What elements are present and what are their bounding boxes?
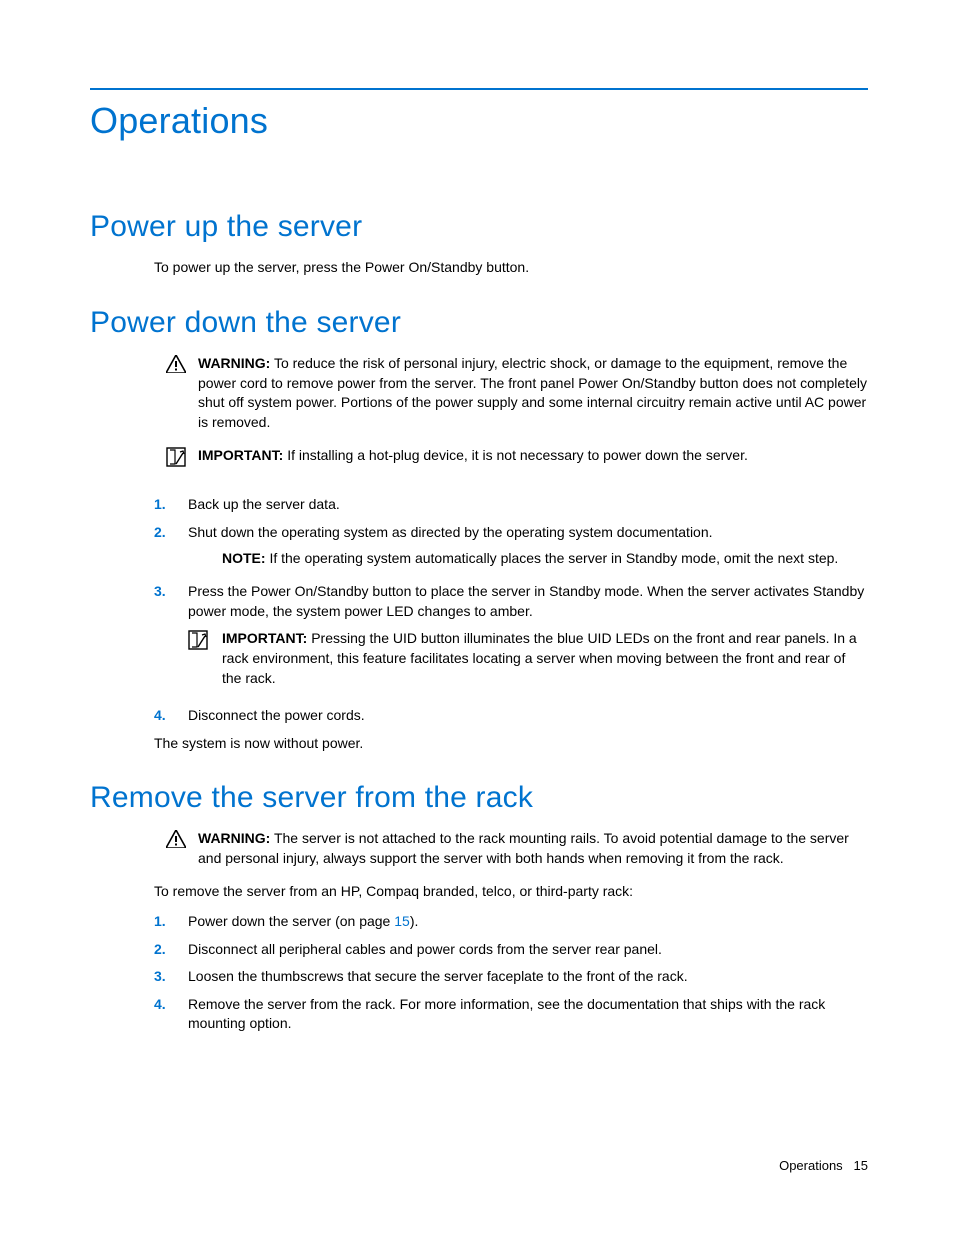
warning-admonition: WARNING: To reduce the risk of personal …: [154, 354, 868, 432]
heading-power-up: Power up the server: [90, 206, 868, 248]
list-item: 3. Loosen the thumbscrews that secure th…: [154, 967, 868, 987]
power-down-after: The system is now without power.: [154, 734, 868, 754]
power-down-steps: 1. Back up the server data. 2. Shut down…: [154, 495, 868, 725]
warning-label-2: WARNING:: [198, 830, 270, 846]
warning-text-2: The server is not attached to the rack m…: [198, 830, 849, 866]
list-item: 2. Disconnect all peripheral cables and …: [154, 940, 868, 960]
step-text: Back up the server data.: [188, 495, 868, 515]
page-link-15[interactable]: 15: [394, 913, 410, 929]
warning-icon: [154, 829, 198, 868]
note-block: NOTE: If the operating system automatica…: [222, 549, 868, 569]
remove-steps: 1. Power down the server (on page 15). 2…: [154, 912, 868, 1034]
step-number: 4.: [154, 706, 188, 726]
important-icon: [188, 629, 222, 688]
list-item: 1. Power down the server (on page 15).: [154, 912, 868, 932]
power-up-text: To power up the server, press the Power …: [154, 258, 868, 278]
step-text: Disconnect the power cords.: [188, 706, 868, 726]
step-number: 2.: [154, 523, 188, 574]
step-number: 1.: [154, 495, 188, 515]
list-item: 4. Disconnect the power cords.: [154, 706, 868, 726]
page-title: Operations: [90, 96, 868, 146]
warning-label: WARNING:: [198, 355, 270, 371]
step-number: 3.: [154, 967, 188, 987]
note-text: If the operating system automatically pl…: [269, 550, 838, 566]
title-rule: [90, 88, 868, 90]
list-item: 4. Remove the server from the rack. For …: [154, 995, 868, 1034]
warning-text: To reduce the risk of personal injury, e…: [198, 355, 867, 430]
warning-admonition-2: WARNING: The server is not attached to t…: [154, 829, 868, 868]
important-text-2: Pressing the UID button illuminates the …: [222, 630, 857, 685]
important-admonition-2: IMPORTANT: Pressing the UID button illum…: [188, 629, 868, 688]
step-text: Disconnect all peripheral cables and pow…: [188, 940, 868, 960]
step-number: 4.: [154, 995, 188, 1034]
step-text: Loosen the thumbscrews that secure the s…: [188, 967, 868, 987]
heading-power-down: Power down the server: [90, 302, 868, 344]
list-item: 3. Press the Power On/Standby button to …: [154, 582, 868, 698]
important-label-1: IMPORTANT:: [198, 447, 283, 463]
important-admonition-1: IMPORTANT: If installing a hot-plug devi…: [154, 446, 868, 467]
footer-section: Operations: [779, 1158, 843, 1173]
important-label-2: IMPORTANT:: [222, 630, 307, 646]
step-text: Remove the server from the rack. For mor…: [188, 995, 868, 1034]
remove-intro: To remove the server from an HP, Compaq …: [154, 882, 868, 902]
step-number: 3.: [154, 582, 188, 698]
heading-remove-rack: Remove the server from the rack: [90, 777, 868, 819]
list-item: 1. Back up the server data.: [154, 495, 868, 515]
important-text-1: If installing a hot-plug device, it is n…: [287, 447, 748, 463]
step-number: 1.: [154, 912, 188, 932]
note-label: NOTE:: [222, 550, 266, 566]
warning-icon: [154, 354, 198, 432]
step-text: Press the Power On/Standby button to pla…: [188, 582, 868, 621]
important-icon: [154, 446, 198, 467]
step-number: 2.: [154, 940, 188, 960]
step-text: Shut down the operating system as direct…: [188, 523, 868, 543]
page-footer: Operations 15: [779, 1157, 868, 1175]
step-text: Power down the server (on page 15).: [188, 912, 868, 932]
list-item: 2. Shut down the operating system as dir…: [154, 523, 868, 574]
footer-page-number: 15: [854, 1158, 868, 1173]
